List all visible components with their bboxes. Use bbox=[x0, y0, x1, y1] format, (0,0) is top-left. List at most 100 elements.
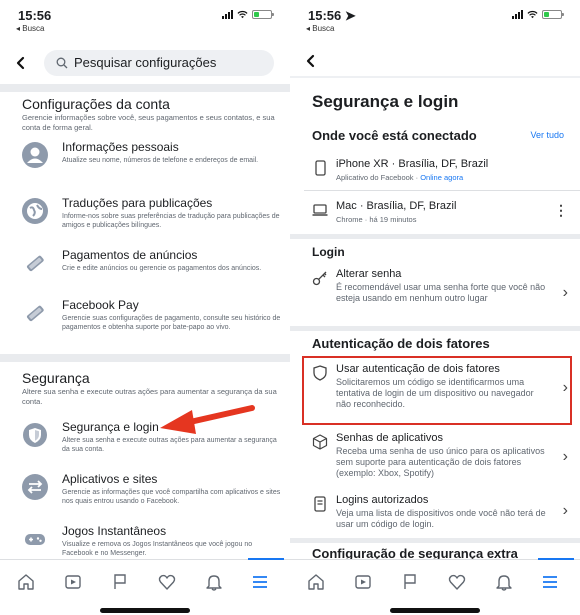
menu-item-description: Crie e edite anúncios ou gerencie os pag… bbox=[62, 265, 262, 272]
section-divider bbox=[290, 234, 580, 239]
device-label: iPhone XR · Brasília, DF, Brazil bbox=[336, 158, 489, 170]
status-bar: 15:56 ➤ ◂ Busca bbox=[290, 0, 580, 36]
device-app: Aplicativo do Facebook · bbox=[336, 173, 421, 182]
item-label: Logins autorizados bbox=[336, 494, 429, 506]
watch-icon[interactable] bbox=[353, 572, 373, 592]
phone-icon bbox=[315, 160, 326, 176]
header-divider bbox=[290, 76, 580, 78]
online-status: Online agora bbox=[420, 173, 464, 182]
menu-item-apps-sites[interactable]: Aplicativos e sites Gerencie as informaç… bbox=[22, 472, 284, 512]
gamepad-icon bbox=[22, 526, 48, 552]
two-factor-title: Autenticação de dois fatores bbox=[312, 336, 490, 351]
status-icons bbox=[222, 10, 274, 19]
more-options-icon[interactable]: ⋮ bbox=[554, 202, 568, 219]
account-settings-description: Gerencie informações sobre você, seus pa… bbox=[22, 113, 275, 132]
device-label: Mac · Brasília, DF, Brazil bbox=[336, 200, 457, 212]
menu-item-facebook-pay[interactable]: Facebook Pay Gerencie suas configurações… bbox=[22, 298, 284, 348]
see-all-link[interactable]: Ver tudo bbox=[530, 130, 564, 140]
status-icons bbox=[512, 10, 564, 19]
menu-item-description: Visualize e remova os Jogos Instantâneos… bbox=[62, 541, 253, 557]
battery-icon bbox=[252, 10, 274, 19]
menu-icon[interactable] bbox=[540, 572, 560, 592]
home-indicator bbox=[100, 608, 190, 613]
globe-icon bbox=[22, 198, 48, 224]
shield-icon bbox=[22, 422, 48, 448]
active-tab-indicator bbox=[248, 558, 284, 560]
device-detail: Aplicativo do Facebook · Online agora bbox=[336, 172, 550, 183]
chevron-right-icon: › bbox=[562, 284, 568, 301]
wifi-icon bbox=[237, 10, 248, 19]
where-logged-in-title: Onde você está conectado bbox=[312, 128, 477, 143]
back-arrow-icon[interactable] bbox=[304, 54, 318, 68]
home-indicator bbox=[390, 608, 480, 613]
device-item-iphone[interactable]: iPhone XR · Brasília, DF, Brazil Aplicat… bbox=[312, 158, 568, 184]
annotation-arrow-icon bbox=[160, 405, 255, 434]
bottom-tab-bar bbox=[290, 558, 580, 605]
search-placeholder: Pesquisar configurações bbox=[74, 55, 217, 70]
chevron-right-icon: › bbox=[562, 502, 568, 519]
flag-icon[interactable] bbox=[110, 572, 130, 592]
device-detail: Chrome · há 19 minutos bbox=[336, 215, 417, 224]
bell-icon[interactable] bbox=[494, 572, 514, 592]
menu-item-translations[interactable]: Traduções para publicações Informe-nos s… bbox=[22, 196, 284, 236]
menu-item-label: Pagamentos de anúncios bbox=[62, 248, 198, 262]
heart-icon[interactable] bbox=[447, 572, 467, 592]
right-screen: 15:56 ➤ ◂ Busca Segurança e login Onde v… bbox=[290, 0, 580, 615]
page-title: Segurança e login bbox=[312, 92, 459, 111]
item-description: Veja uma lista de dispositivos onde você… bbox=[336, 508, 546, 529]
search-input[interactable]: Pesquisar configurações bbox=[44, 50, 274, 76]
account-settings-title: Configurações da conta bbox=[22, 96, 170, 112]
menu-item-personal-info[interactable]: Informações pessoais Atualize seu nome, … bbox=[22, 140, 284, 180]
item-label: Alterar senha bbox=[336, 268, 402, 280]
heart-icon[interactable] bbox=[157, 572, 177, 592]
key-icon bbox=[312, 271, 327, 286]
search-icon bbox=[56, 57, 68, 69]
home-icon[interactable] bbox=[306, 572, 326, 592]
item-label: Senhas de aplicativos bbox=[336, 432, 444, 444]
menu-item-description: Gerencie suas configurações de pagamento… bbox=[62, 315, 281, 331]
authorized-logins-item[interactable]: Logins autorizados Veja uma lista de dis… bbox=[312, 494, 568, 534]
menu-icon[interactable] bbox=[250, 572, 270, 592]
back-to-app-link[interactable]: ◂ Busca bbox=[16, 24, 44, 33]
item-description: É recomendável usar uma senha forte que … bbox=[336, 282, 546, 303]
back-to-app-link[interactable]: ◂ Busca bbox=[306, 24, 334, 33]
left-screen: 15:56 ◂ Busca Pesquisar configurações Co… bbox=[0, 0, 290, 615]
menu-item-description: Gerencie as informações que você compart… bbox=[62, 489, 281, 505]
watch-icon[interactable] bbox=[63, 572, 83, 592]
menu-item-label: Segurança e login bbox=[62, 420, 159, 434]
item-description: Receba uma senha de uso único para os ap… bbox=[336, 446, 545, 478]
arrows-icon bbox=[22, 474, 48, 500]
home-icon[interactable] bbox=[16, 572, 36, 592]
menu-item-label: Jogos Instantâneos bbox=[62, 524, 167, 538]
chevron-right-icon: › bbox=[562, 448, 568, 465]
menu-item-label: Aplicativos e sites bbox=[62, 472, 158, 486]
status-time: 15:56 ➤ bbox=[308, 8, 356, 23]
app-passwords-item[interactable]: Senhas de aplicativos Receba uma senha d… bbox=[312, 432, 568, 490]
menu-item-ad-payments[interactable]: Pagamentos de anúncios Crie e edite anún… bbox=[22, 248, 284, 288]
menu-item-label: Traduções para publicações bbox=[62, 196, 213, 210]
menu-item-description: Informe-nos sobre suas preferências de t… bbox=[62, 213, 280, 229]
flag-icon[interactable] bbox=[400, 572, 420, 592]
section-divider bbox=[0, 84, 290, 92]
wifi-icon bbox=[527, 10, 538, 19]
chevron-right-icon: › bbox=[562, 379, 568, 396]
change-password-item[interactable]: Alterar senha É recomendável usar uma se… bbox=[312, 268, 568, 318]
section-divider bbox=[0, 354, 290, 362]
use-two-factor-item[interactable]: Usar autenticação de dois fatores Solici… bbox=[312, 363, 568, 421]
menu-item-label: Facebook Pay bbox=[62, 298, 139, 312]
status-time: 15:56 bbox=[18, 8, 52, 23]
bell-icon[interactable] bbox=[204, 572, 224, 592]
device-list-icon bbox=[314, 496, 326, 512]
item-label: Usar autenticação de dois fatores bbox=[336, 363, 500, 375]
active-tab-indicator bbox=[538, 558, 574, 560]
menu-item-label: Informações pessoais bbox=[62, 140, 179, 154]
item-description: Solicitaremos um código se identificarmo… bbox=[336, 377, 534, 409]
laptop-icon bbox=[312, 204, 328, 216]
status-bar: 15:56 ◂ Busca bbox=[0, 0, 290, 36]
bottom-tab-bar bbox=[0, 558, 290, 605]
pencil-tag-icon bbox=[22, 300, 48, 326]
device-item-mac[interactable]: Mac · Brasília, DF, Brazil Chrome · há 1… bbox=[312, 200, 568, 226]
login-section-title: Login bbox=[312, 245, 345, 259]
menu-item-instant-games[interactable]: Jogos Instantâneos Visualize e remova os… bbox=[22, 524, 284, 560]
back-arrow-icon[interactable] bbox=[14, 56, 28, 70]
